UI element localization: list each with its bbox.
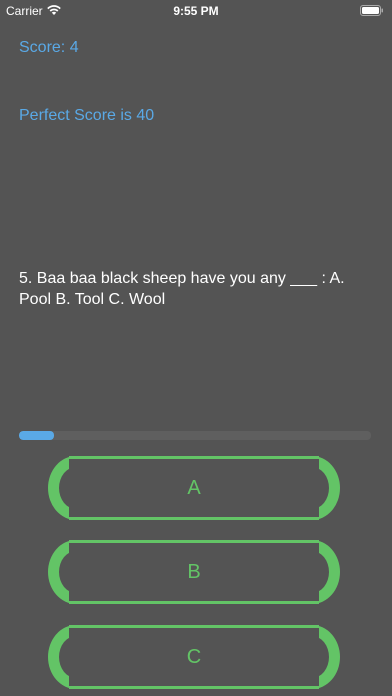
answer-button-a[interactable]: A	[48, 456, 340, 520]
answer-button-b[interactable]: B	[48, 540, 340, 604]
score-label: Score: 4	[19, 39, 79, 56]
battery-icon	[360, 5, 383, 16]
status-time: 9:55 PM	[173, 4, 219, 18]
question-text: 5. Baa baa black sheep have you any ___ …	[19, 270, 345, 308]
progress-bar	[19, 431, 371, 440]
status-bar: Carrier 9:55 PM	[0, 0, 392, 22]
answer-label-c: C	[186, 645, 202, 668]
answer-label-b: B	[187, 560, 201, 583]
progress-fill	[19, 431, 55, 440]
answer-button-c[interactable]: C	[48, 625, 340, 689]
answer-label-a: A	[187, 476, 201, 499]
perfect-score-label: Perfect Score is 40	[19, 107, 155, 124]
